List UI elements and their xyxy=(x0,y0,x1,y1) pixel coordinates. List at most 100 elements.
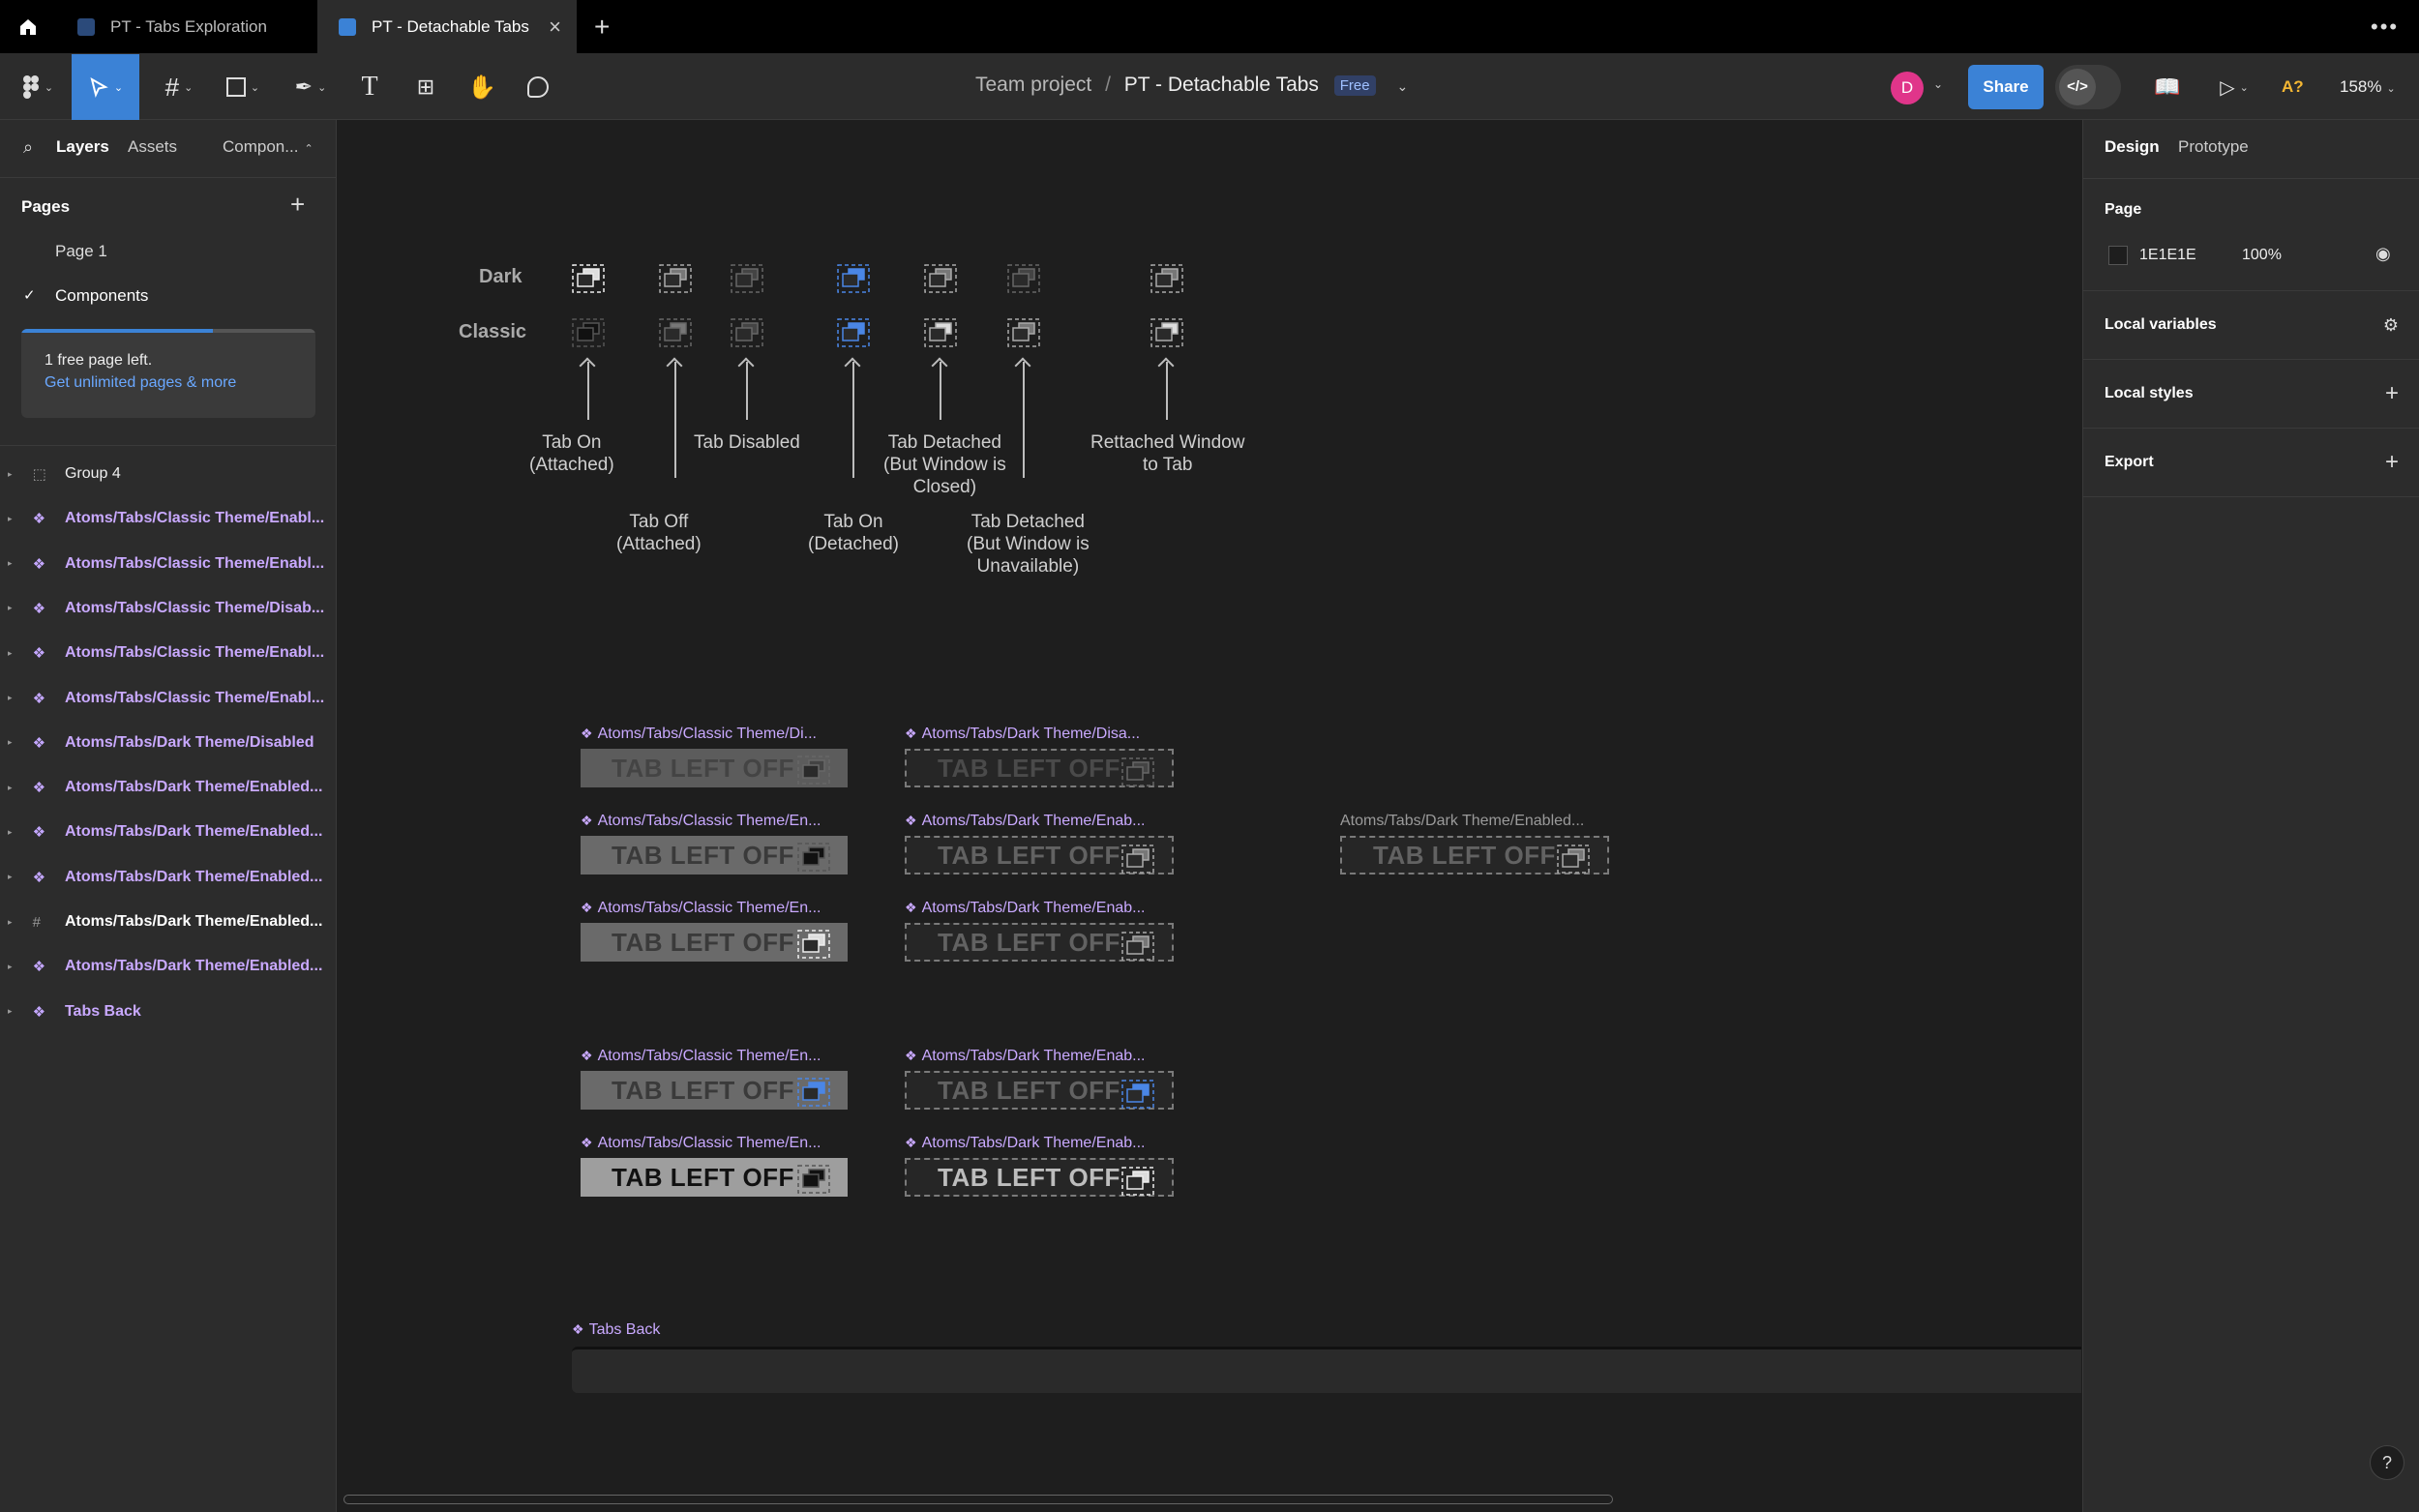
layer-item[interactable]: ▸ ❖ Atoms/Tabs/Dark Theme/Enabled... xyxy=(0,810,337,854)
layer-item[interactable]: ▸ ❖ Atoms/Tabs/Classic Theme/Enabl... xyxy=(0,496,337,541)
search-icon[interactable]: ⌕ xyxy=(23,137,33,158)
layer-item[interactable]: ▸ ❖ Atoms/Tabs/Dark Theme/Enabled... xyxy=(0,944,337,989)
home-button[interactable] xyxy=(0,0,56,54)
layer-item[interactable]: ▸ ⬚ Group 4 xyxy=(0,452,337,496)
layer-item[interactable]: ▸ ❖ Atoms/Tabs/Classic Theme/Enabl... xyxy=(0,542,337,586)
zoom-dropdown[interactable]: 158% ⌄ xyxy=(2340,77,2396,97)
expand-icon[interactable]: ▸ xyxy=(8,648,19,659)
team-project-link[interactable]: Team project xyxy=(975,74,1091,96)
avatar[interactable]: D xyxy=(1891,72,1924,104)
more-icon[interactable]: ••• xyxy=(2361,0,2409,54)
expand-icon[interactable]: ▸ xyxy=(8,917,19,928)
classic-tab-component[interactable]: TAB LEFT OFF xyxy=(581,749,848,787)
canvas[interactable]: Dark Classic Tab On (Attached) Tab Off (At… xyxy=(338,120,2081,1512)
tab-detachable-tabs[interactable]: PT - Detachable Tabs × xyxy=(317,0,577,54)
dark-tab-component[interactable]: TAB LEFT OFF xyxy=(905,1071,1174,1110)
component-label[interactable]: ❖ Atoms/Tabs/Classic Theme/En... xyxy=(581,900,821,917)
dark-tab-component[interactable]: TAB LEFT OFF xyxy=(905,1158,1174,1197)
ai-button[interactable]: A? xyxy=(2282,77,2304,97)
add-page-button[interactable]: + xyxy=(290,190,305,220)
tab-assets[interactable]: Assets xyxy=(128,137,177,157)
expand-icon[interactable]: ▸ xyxy=(8,514,19,524)
variables-icon[interactable]: ⚙ xyxy=(2383,315,2399,336)
component-label[interactable]: ❖ Atoms/Tabs/Classic Theme/Di... xyxy=(581,726,817,743)
page-opacity-value[interactable]: 100% xyxy=(2242,247,2282,264)
close-tab-icon[interactable]: × xyxy=(549,15,561,40)
tab-tabs-exploration[interactable]: PT - Tabs Exploration xyxy=(56,0,317,54)
layer-item[interactable]: ▸ ❖ Atoms/Tabs/Classic Theme/Enabl... xyxy=(0,676,337,721)
shape-tool[interactable]: ⌄ xyxy=(219,54,267,120)
expand-icon[interactable]: ▸ xyxy=(8,962,19,972)
dark-tab-component[interactable]: TAB LEFT OFF xyxy=(905,749,1174,787)
layer-item[interactable]: ▸ ❖ Atoms/Tabs/Classic Theme/Enabl... xyxy=(0,631,337,675)
layer-item[interactable]: ▸ ❖ Atoms/Tabs/Dark Theme/Disabled xyxy=(0,721,337,765)
layer-item[interactable]: ▸ ❖ Tabs Back xyxy=(0,990,337,1034)
frame-tool[interactable]: # ⌄ xyxy=(155,54,203,120)
tab-design[interactable]: Design xyxy=(2105,137,2160,157)
page-color-value[interactable]: 1E1E1E xyxy=(2139,247,2196,264)
tab-components[interactable]: Compon... ⌃ xyxy=(223,137,314,157)
expand-icon[interactable]: ▸ xyxy=(8,558,19,569)
expand-icon[interactable]: ▸ xyxy=(8,603,19,613)
expand-icon[interactable]: ▸ xyxy=(8,693,19,703)
new-tab-button[interactable]: + xyxy=(581,0,629,54)
component-label[interactable]: ❖ Atoms/Tabs/Dark Theme/Enab... xyxy=(905,900,1145,917)
resources-tool[interactable]: ⊞ xyxy=(406,54,445,120)
chevron-down-icon[interactable]: ⌄ xyxy=(1396,78,1408,94)
expand-icon[interactable]: ▸ xyxy=(8,1006,19,1017)
layer-item[interactable]: ▸ ❖ Atoms/Tabs/Dark Theme/Enabled... xyxy=(0,765,337,810)
component-label[interactable]: ❖ Atoms/Tabs/Dark Theme/Enab... xyxy=(905,813,1145,830)
share-button[interactable]: Share xyxy=(1968,65,2044,109)
dark-tab-component[interactable]: TAB LEFT OFF xyxy=(1340,836,1609,875)
classic-tab-component[interactable]: TAB LEFT OFF xyxy=(581,1158,848,1197)
component-label[interactable]: ❖ Atoms/Tabs/Dark Theme/Enab... xyxy=(905,1135,1145,1152)
comment-tool[interactable] xyxy=(519,54,557,120)
tab-prototype[interactable]: Prototype xyxy=(2178,137,2249,157)
layer-item[interactable]: ▸ ❖ Atoms/Tabs/Dark Theme/Enabled... xyxy=(0,855,337,900)
dark-tab-component[interactable]: TAB LEFT OFF xyxy=(905,836,1174,875)
dev-mode-toggle[interactable]: </> xyxy=(2055,65,2121,109)
export-section[interactable]: Export + xyxy=(2083,429,2419,497)
move-tool[interactable]: ⌄ xyxy=(72,54,139,120)
help-button[interactable]: ? xyxy=(2370,1445,2404,1480)
text-tool[interactable]: T xyxy=(350,54,389,120)
component-label[interactable]: ❖ Atoms/Tabs/Dark Theme/Enab... xyxy=(905,1048,1145,1065)
main-menu-button[interactable]: ⌄ xyxy=(14,54,62,120)
chevron-down-icon[interactable]: ⌄ xyxy=(1933,77,1943,91)
classic-tab-component[interactable]: TAB LEFT OFF xyxy=(581,923,848,962)
classic-tab-component[interactable]: TAB LEFT OFF xyxy=(581,836,848,875)
add-export-icon[interactable]: + xyxy=(2385,449,2399,476)
local-styles-section[interactable]: Local styles + xyxy=(2083,360,2419,429)
library-button[interactable]: 📖 xyxy=(2148,54,2187,120)
tab-layers[interactable]: Layers xyxy=(56,137,109,157)
classic-tab-component[interactable]: TAB LEFT OFF xyxy=(581,1071,848,1110)
pen-tool[interactable]: ✒ ⌄ xyxy=(286,54,335,120)
expand-icon[interactable]: ▸ xyxy=(8,469,19,480)
tabs-back-component[interactable] xyxy=(572,1347,2081,1393)
page-item-page-1[interactable]: Page 1 xyxy=(0,230,337,275)
local-variables-section[interactable]: Local variables ⚙ xyxy=(2083,291,2419,360)
hand-tool[interactable]: ✋ xyxy=(463,54,501,120)
expand-icon[interactable]: ▸ xyxy=(8,827,19,838)
component-label[interactable]: ❖ Atoms/Tabs/Dark Theme/Disa... xyxy=(905,726,1140,743)
component-label[interactable]: ❖ Atoms/Tabs/Classic Theme/En... xyxy=(581,813,821,830)
expand-icon[interactable]: ▸ xyxy=(8,783,19,793)
page-item-components[interactable]: ✓ Components xyxy=(0,275,337,319)
add-style-icon[interactable]: + xyxy=(2385,380,2399,407)
present-button[interactable]: ▷ ⌄ xyxy=(2210,54,2258,120)
component-label[interactable]: Atoms/Tabs/Dark Theme/Enabled... xyxy=(1340,813,1584,830)
layer-item[interactable]: ▸ ❖ Atoms/Tabs/Classic Theme/Disab... xyxy=(0,586,337,631)
upsell-link[interactable]: Get unlimited pages & more xyxy=(21,370,315,392)
dark-tab-component[interactable]: TAB LEFT OFF xyxy=(905,923,1174,962)
component-label[interactable]: ❖ Atoms/Tabs/Classic Theme/En... xyxy=(581,1048,821,1065)
page-color-swatch[interactable] xyxy=(2108,246,2128,265)
layer-item[interactable]: ▸ # Atoms/Tabs/Dark Theme/Enabled... xyxy=(0,900,337,944)
detach-icon xyxy=(797,1078,830,1107)
component-label[interactable]: ❖ Tabs Back xyxy=(572,1321,660,1339)
expand-icon[interactable]: ▸ xyxy=(8,872,19,882)
component-label[interactable]: ❖ Atoms/Tabs/Classic Theme/En... xyxy=(581,1135,821,1152)
expand-icon[interactable]: ▸ xyxy=(8,737,19,748)
file-name[interactable]: PT - Detachable Tabs xyxy=(1124,74,1319,96)
eye-icon[interactable]: ◉ xyxy=(2375,244,2391,264)
horizontal-scrollbar[interactable] xyxy=(343,1495,1613,1504)
